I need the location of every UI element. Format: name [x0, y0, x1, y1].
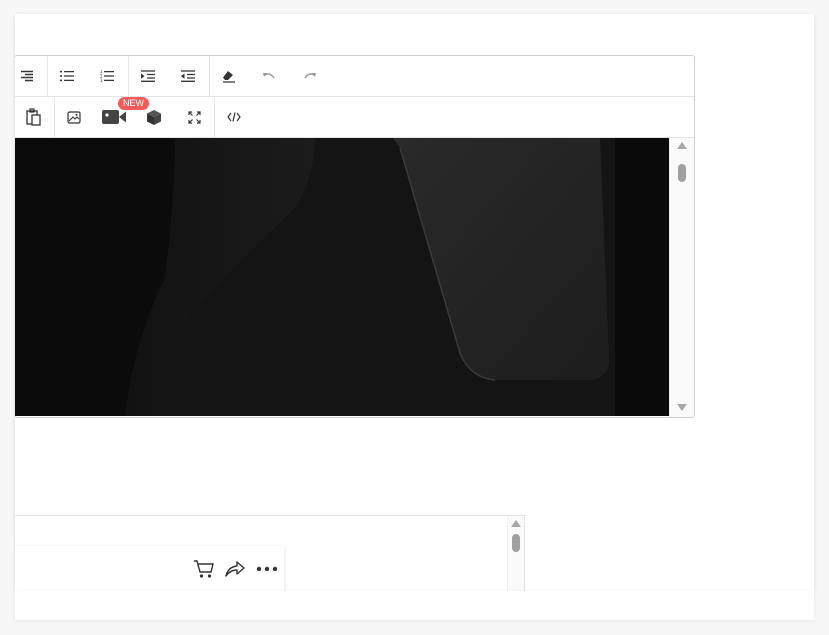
- redo-icon: [304, 73, 316, 79]
- outdent-button[interactable]: [168, 56, 208, 96]
- fullscreen-icon: [187, 110, 201, 124]
- product-photo: [15, 138, 670, 416]
- redo-button[interactable]: [290, 56, 330, 96]
- scroll-up-icon[interactable]: [511, 520, 521, 527]
- image-icon: [67, 110, 81, 124]
- video-camera-icon: [102, 110, 126, 124]
- scroll-thumb[interactable]: [678, 164, 686, 182]
- outdent-icon: [181, 70, 195, 82]
- indent-button[interactable]: [128, 56, 168, 96]
- align-right-icon: [21, 70, 33, 82]
- scroll-up-icon[interactable]: [677, 142, 687, 149]
- undo-button[interactable]: [249, 56, 289, 96]
- toolbar-row-insert: NEW: [15, 97, 694, 138]
- bullet-list-button[interactable]: [47, 56, 87, 96]
- main-panel: 123 NEW: [15, 14, 814, 591]
- svg-text:3: 3: [100, 78, 103, 82]
- code-icon: [227, 112, 241, 122]
- preview-box: [15, 515, 525, 591]
- cube-icon: [147, 109, 161, 125]
- more-horizontal-icon: [256, 566, 278, 572]
- cart-icon: [194, 560, 214, 578]
- indent-icon: [141, 70, 155, 82]
- paste-button[interactable]: [15, 97, 54, 137]
- rich-text-editor[interactable]: 123 NEW: [15, 55, 695, 418]
- editor-scrollbar[interactable]: [669, 138, 694, 417]
- preview-scrollbar[interactable]: [507, 516, 524, 591]
- toolbar-row-formatting: 123: [15, 56, 694, 97]
- numbered-list-icon: 123: [100, 70, 114, 82]
- cart-button[interactable]: [189, 554, 219, 584]
- fullscreen-button[interactable]: [174, 97, 214, 137]
- product-action-bar: [15, 546, 284, 591]
- share-icon: [225, 561, 245, 577]
- insert-3d-button[interactable]: [134, 97, 174, 137]
- undo-icon: [263, 73, 275, 79]
- source-code-button[interactable]: [214, 97, 254, 137]
- scroll-thumb[interactable]: [512, 534, 520, 552]
- more-button[interactable]: [252, 554, 282, 584]
- clipboard-icon: [26, 108, 41, 126]
- clear-format-button[interactable]: [209, 56, 249, 96]
- bullet-list-icon: [60, 70, 74, 82]
- numbered-list-button[interactable]: 123: [87, 56, 127, 96]
- insert-image-button[interactable]: [54, 97, 94, 137]
- share-button[interactable]: [220, 554, 250, 584]
- align-right-button[interactable]: [15, 56, 47, 96]
- editor-content[interactable]: [15, 138, 694, 417]
- eraser-icon: [223, 70, 235, 83]
- scroll-down-icon[interactable]: [677, 404, 687, 411]
- bottom-panel: [15, 591, 814, 620]
